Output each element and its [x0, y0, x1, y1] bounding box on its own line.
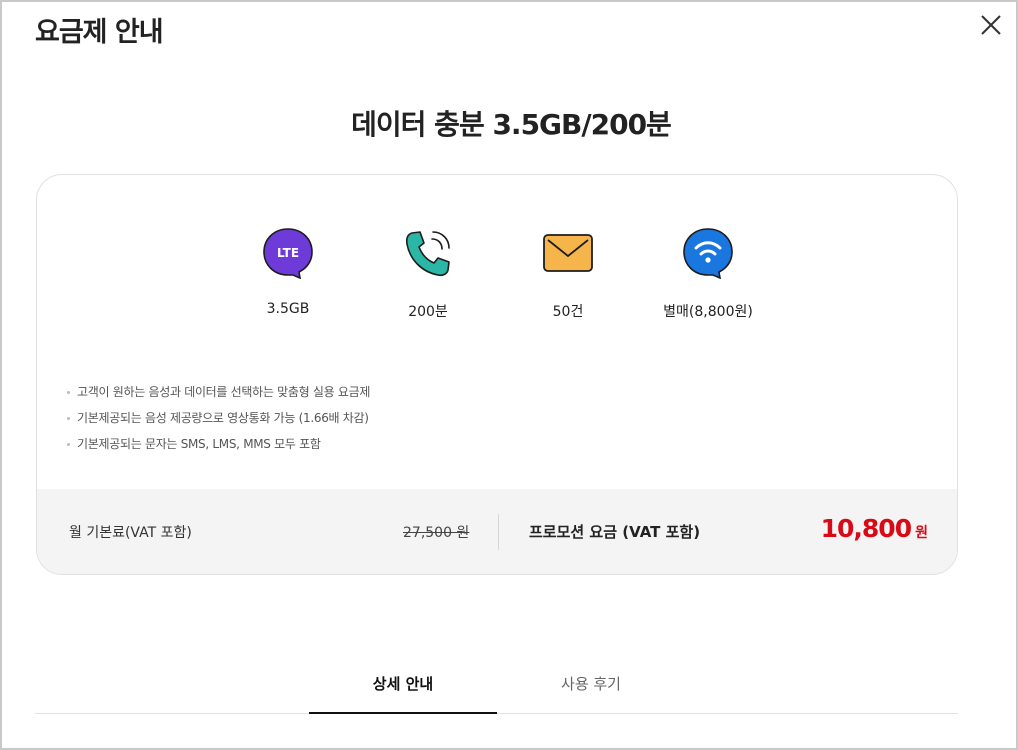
plan-name: 데이터 충분 3.5GB/200분: [351, 108, 672, 141]
wifi-icon: [683, 228, 733, 279]
feature-sms: 50건: [498, 227, 638, 321]
note-item: 기본제공되는 문자는 SMS, LMS, MMS 모두 포함: [67, 431, 370, 457]
feature-data-label: 3.5GB: [266, 301, 310, 317]
tab-details[interactable]: 상세 안내: [309, 654, 497, 714]
promo-fee-price: 10,800 원: [821, 514, 928, 543]
base-fee-label: 월 기본료(VAT 포함): [69, 525, 192, 541]
tab-reviews[interactable]: 사용 후기: [497, 654, 685, 714]
phone-call-icon: [405, 231, 450, 277]
plan-card: LTE 3.5GB 200분 50건 별매(8,800원) 고객이 원하는 음성…: [36, 174, 958, 575]
tab-bar: 상세 안내 사용 후기: [35, 654, 958, 714]
feature-wifi-label: 별매(8,800원): [663, 304, 753, 320]
envelope-icon: [543, 234, 593, 272]
feature-wifi: 별매(8,800원): [638, 227, 778, 321]
modal-title: 요금제 안내: [35, 17, 164, 48]
close-icon[interactable]: [978, 12, 1004, 38]
plan-notes: 고객이 원하는 음성과 데이터를 선택하는 맞춤형 실용 요금제 기본제공되는 …: [67, 379, 370, 457]
feature-voice-label: 200분: [408, 304, 448, 320]
modal-window: 요금제 안내 데이터 충분 3.5GB/200분 LTE 3.5GB 200분: [0, 0, 1018, 750]
lte-icon: LTE: [263, 228, 313, 279]
promo-price-unit: 원: [915, 525, 928, 541]
feature-voice: 200분: [358, 227, 498, 321]
promo-price-value: 10,800: [820, 514, 912, 543]
note-item: 기본제공되는 음성 제공량으로 영상통화 가능 (1.66배 차감): [67, 405, 370, 431]
price-bar: 월 기본료(VAT 포함) 27,500 원 프로모션 요금 (VAT 포함) …: [37, 489, 957, 574]
promo-fee-label: 프로모션 요금 (VAT 포함): [529, 523, 701, 541]
note-item: 고객이 원하는 음성과 데이터를 선택하는 맞춤형 실용 요금제: [67, 379, 370, 405]
feature-sms-label: 50건: [552, 304, 584, 320]
lte-badge-text: LTE: [277, 246, 299, 260]
feature-data: LTE 3.5GB: [218, 227, 358, 317]
base-fee-price: 27,500 원: [403, 525, 470, 541]
price-divider: [498, 514, 499, 550]
